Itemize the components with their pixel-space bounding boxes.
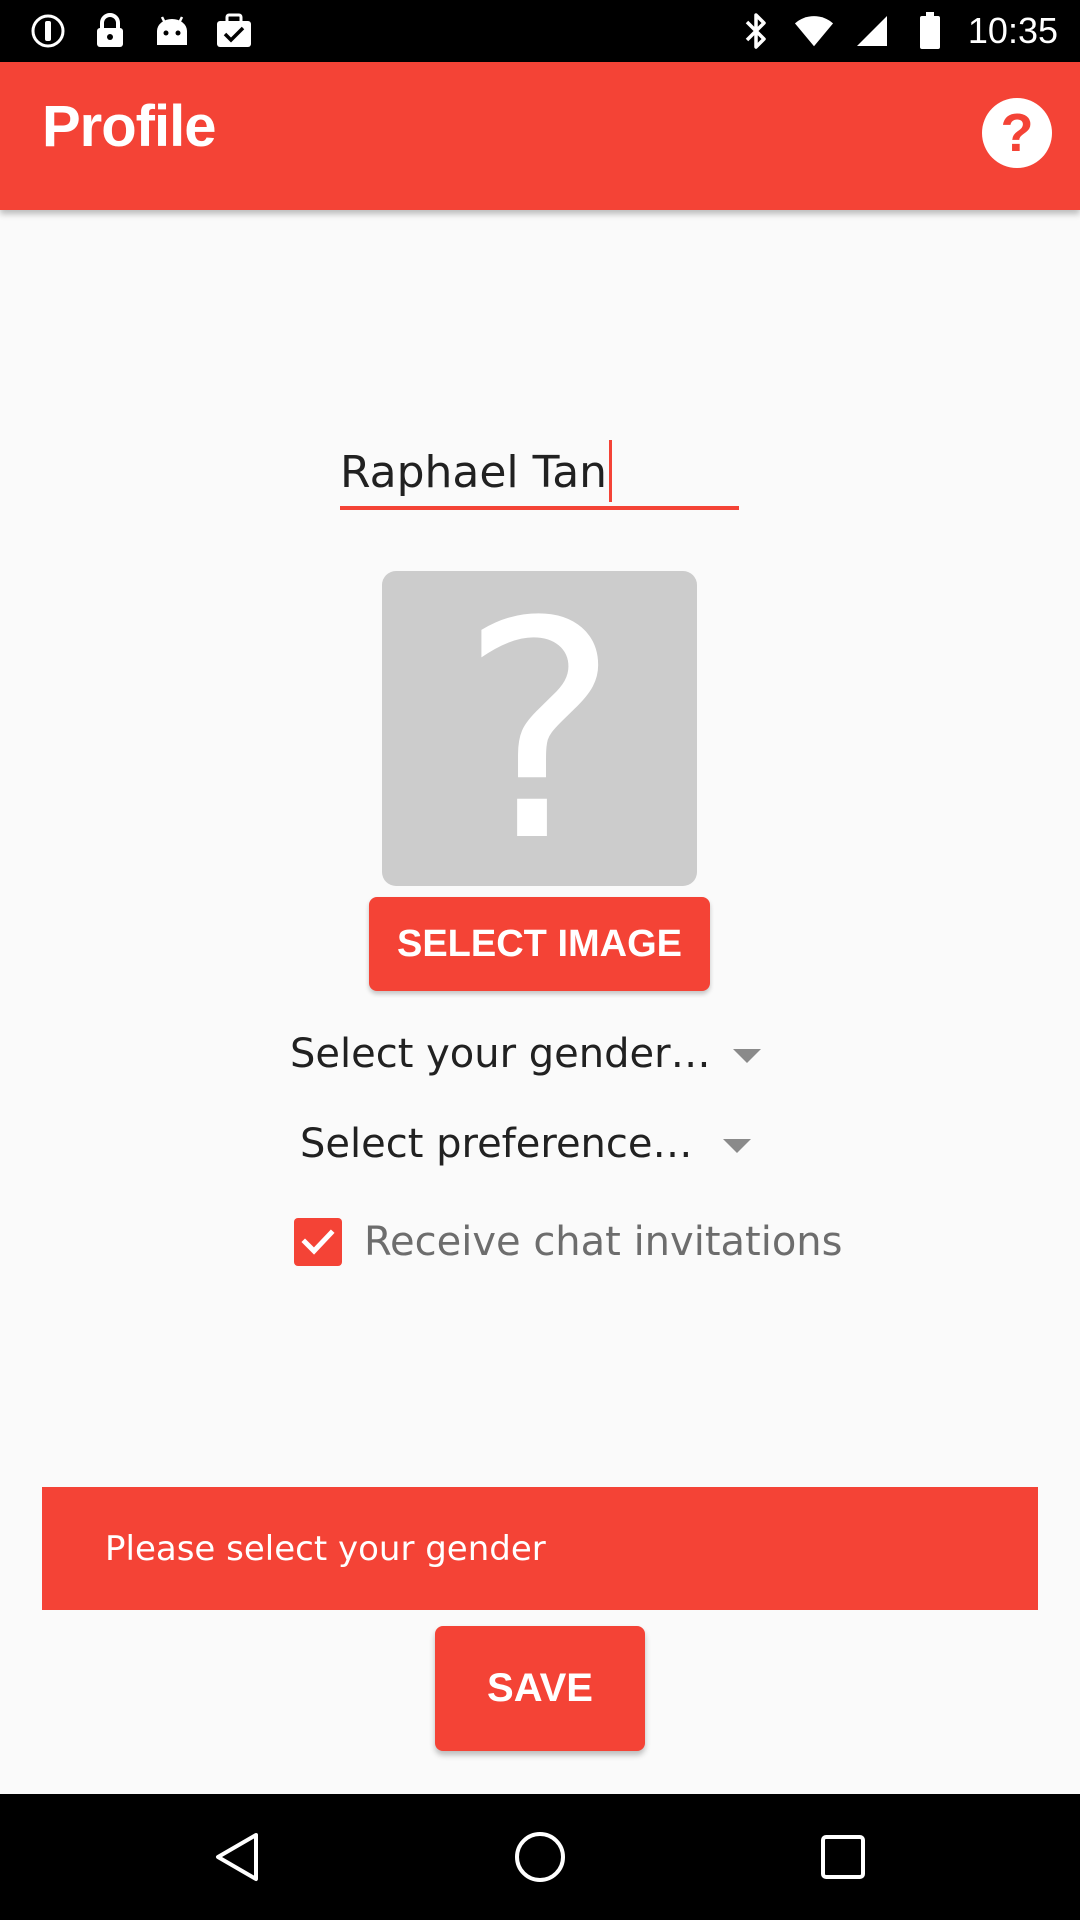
home-icon[interactable] [510,1827,570,1887]
bluetooth-icon [736,11,776,51]
status-clock: 10:35 [967,10,1058,51]
page-title: Profile [42,94,216,159]
cellular-icon [852,11,892,51]
chat-invitations-checkbox[interactable] [294,1218,342,1266]
question-mark-icon: ? [459,571,620,886]
lock-icon [90,11,130,51]
gender-spinner-label: Select your gender… [290,1031,711,1077]
back-icon[interactable] [207,1827,267,1887]
status-right-icons: 10:35 [736,10,1058,52]
profile-image-placeholder: ? [382,571,697,886]
android-icon [152,11,192,51]
snackbar: Please select your gender [42,1487,1038,1610]
chat-invitations-row[interactable]: Receive chat invitations [294,1215,842,1269]
clipboard-check-icon [214,11,254,51]
help-button[interactable]: ? [982,98,1052,168]
chat-invitations-label: Receive chat invitations [364,1219,843,1265]
name-input[interactable]: Raphael Tan [340,434,739,510]
name-value-text: Raphael Tan [340,447,608,498]
name-input-value: Raphael Tan [340,440,613,506]
navigation-bar [0,1794,1080,1920]
status-left-icons [28,10,254,52]
preference-spinner[interactable]: Select preference… [300,1109,770,1179]
text-cursor [609,440,613,502]
select-image-button[interactable]: SELECT IMAGE [369,897,710,991]
save-button[interactable]: SAVE [435,1626,645,1751]
dropdown-arrow-icon [733,1049,761,1063]
app-bar: Profile ? [0,62,1080,210]
status-bar: 10:35 [0,0,1080,62]
wifi-icon [794,11,834,51]
dropdown-arrow-icon [723,1139,751,1153]
battery-icon [910,11,950,51]
recents-icon[interactable] [813,1827,873,1887]
gender-spinner[interactable]: Select your gender… [290,1019,770,1089]
info-icon [28,11,68,51]
help-icon: ? [1000,103,1034,163]
preference-spinner-label: Select preference… [300,1121,693,1167]
checkmark-icon [301,1229,335,1255]
snackbar-message: Please select your gender [105,1528,546,1569]
